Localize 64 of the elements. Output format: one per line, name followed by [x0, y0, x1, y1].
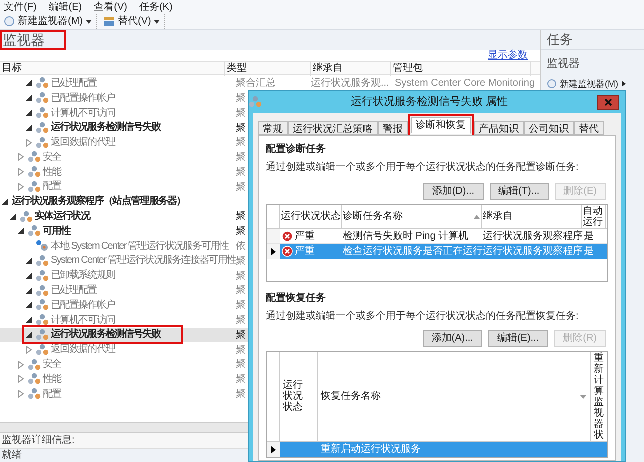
type-cell: 聚 [236, 344, 246, 356]
monitor-name: 计算机不可访问 [51, 106, 116, 120]
monitor-name: 配置 [43, 180, 62, 194]
type-cell: 聚合汇总 [236, 78, 276, 90]
type-cell: 依 [236, 240, 246, 252]
monitor-name: 配置 [43, 388, 62, 402]
task-name-cell: 检测信号失败时 Ping 计算机 [343, 230, 469, 242]
type-cell: 聚 [236, 166, 246, 178]
type-cell: 聚 [236, 182, 246, 193]
type-cell: 聚 [236, 359, 246, 370]
type-cell: 聚 [236, 314, 246, 326]
monitor-name: 实体运行状况 [35, 209, 90, 224]
pane-title: 监视器 [2, 30, 45, 50]
auto-run-cell-text: 是 [583, 245, 594, 259]
monitor-name: 已卸载系统规则 [51, 268, 116, 284]
type-cell: 聚 [236, 330, 246, 341]
type-cell: 聚 [236, 256, 246, 267]
monitor-name: 性能 [43, 166, 62, 180]
status-text: 就绪 [1, 448, 22, 462]
type-cell: 聚 [236, 92, 246, 104]
monitor-name: System Center 管理运行状况服务连接器可用性 [51, 254, 236, 268]
health-state: 严重 [295, 230, 315, 244]
monitor-name: 返回数据的代理 [51, 136, 116, 150]
type-cell: 聚 [236, 285, 246, 296]
monitor-name: 已配置操作帐户 [51, 298, 116, 313]
monitor-name: 返回数据的代理 [51, 342, 116, 358]
monitor-name: 可用性 [43, 224, 70, 239]
type-cell: 聚 [236, 374, 246, 386]
monitor-name: 运行状况服务检测信号失败 [51, 120, 161, 136]
task-name-cell-text: 重新启动运行状况服务 [320, 442, 421, 457]
tasks-pane-title: 任务 [547, 30, 573, 49]
type-cell: 聚 [236, 226, 246, 238]
monitor-name: 安全 [43, 358, 62, 372]
type-cell: 聚 [236, 211, 246, 222]
type-cell: 聚 [236, 152, 246, 164]
monitor-name: 安全 [43, 150, 62, 165]
type-cell: 聚 [236, 300, 246, 312]
monitor-name: 性能 [43, 372, 62, 387]
inherited-cell: 运行状况服务观察程序 [483, 246, 583, 257]
section-heading: 配置恢复任务 [266, 292, 327, 306]
monitor-name: 运行状况服务观察程序（站点管理服务器） [12, 194, 186, 210]
health-state: 严重 [295, 244, 315, 259]
monitor-name: 已配置操作帐户 [51, 92, 116, 106]
inherited-cell: 运行状况服务观... [311, 78, 390, 90]
inherited-cell: 运行状况服务观察程序 [483, 230, 583, 242]
type-cell: 聚 [236, 108, 246, 119]
monitor-name: 本地 System Center 管理运行状况服务可用性 [51, 240, 229, 254]
section-description: 通过创建或编辑一个或多个用于每个运行状况状态的任务配置恢复任务: [266, 310, 580, 324]
monitor-name: 已处理配置 [51, 76, 97, 91]
management-pack-cell-text: System Center Core Monitoring [394, 76, 536, 91]
task-name-cell: 检查运行状况服务是否正在运行 [343, 246, 483, 257]
dialog-title: 运行状况服务检测信号失败 属性 [350, 94, 510, 110]
monitor-name: 已处理配置 [51, 284, 97, 298]
details-label: 监视器详细信息: [1, 434, 75, 448]
auto-run-cell-text: 是 [583, 230, 594, 244]
type-cell: 聚 [236, 137, 246, 148]
monitor-name: 运行状况服务检测信号失败 [51, 328, 161, 342]
section-description: 通过创建或编辑一个或多个用于每个运行状况状态的任务配置诊断任务: [266, 160, 580, 175]
section-heading: 配置诊断任务 [266, 142, 327, 157]
monitor-name: 计算机不可访问 [51, 314, 116, 328]
type-cell: 聚 [236, 388, 246, 400]
tasks-section-title: 监视器 [546, 57, 581, 72]
type-cell: 聚 [236, 270, 246, 282]
type-cell: 聚 [236, 122, 246, 134]
